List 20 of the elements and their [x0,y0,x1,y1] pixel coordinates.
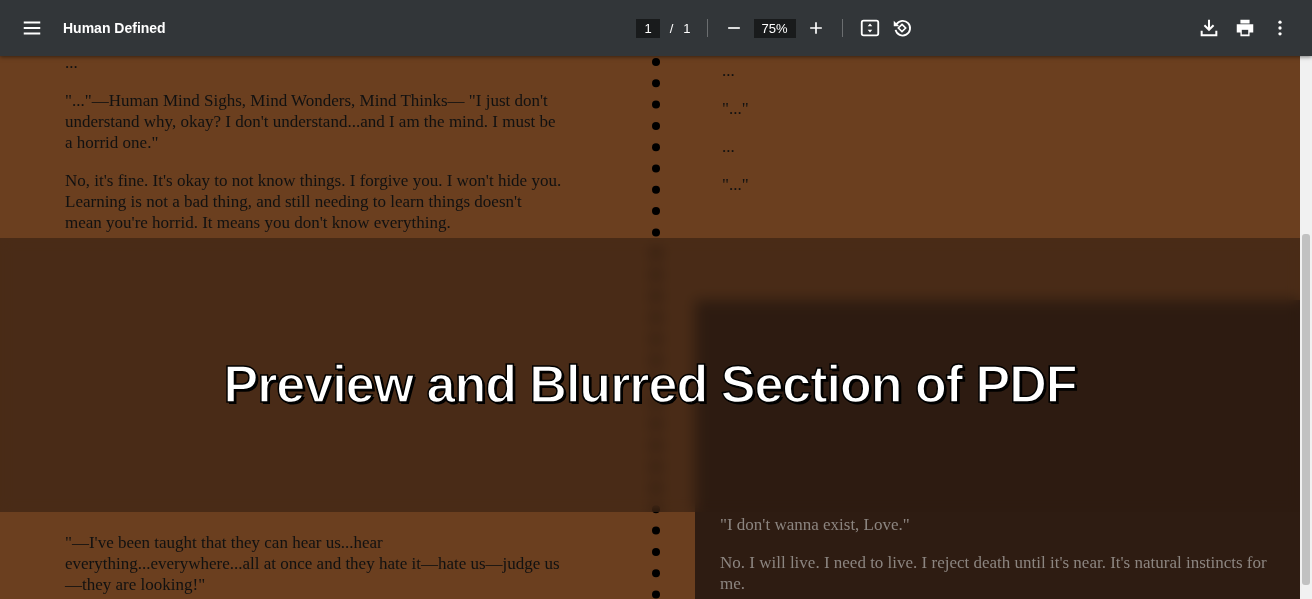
paragraph: ... [65,56,79,73]
paragraph: ... [722,60,736,81]
zoom-field[interactable]: 75% [753,18,796,38]
paragraph: "..." [722,98,750,119]
paragraph: "..." [722,174,750,195]
paragraph: "—I've been taught that they can hear us...hear everything...everywhere...all at once and they hate it—hate us—judge us—they are looking!" [65,532,561,595]
scrollbar[interactable] [1300,56,1312,599]
fit-page-icon[interactable] [858,17,881,39]
page-number-field[interactable]: 1 [636,18,660,38]
download-icon[interactable] [1198,17,1220,39]
page-separator: / [669,20,674,36]
print-icon[interactable] [1234,17,1256,39]
paragraph: ... [722,136,736,157]
paragraph: "I don't wanna exist, Love." [720,514,911,535]
preview-title: Preview and Blurred Section of PDF [222,354,1078,415]
page-count: 1 [683,20,691,36]
paragraph: "..."—Human Mind Sighs, Mind Wonders, Mind Thinks— "I just don't understand why, okay? I don't understand...and I am the mind. I must be a horrid one." [65,90,557,153]
paragraph: No, it's fine. It's okay to not know things. I forgive you. I won't hide you. Learning is not a bad thing, and still needing to learn things doesn't mean you're horrid. It means you don't know everything. [65,170,562,233]
document-title: Human Defined [63,20,166,36]
paragraph: No. I will live. I need to live. I reject death until it's near. It's natural instincts for me. [720,552,1268,594]
